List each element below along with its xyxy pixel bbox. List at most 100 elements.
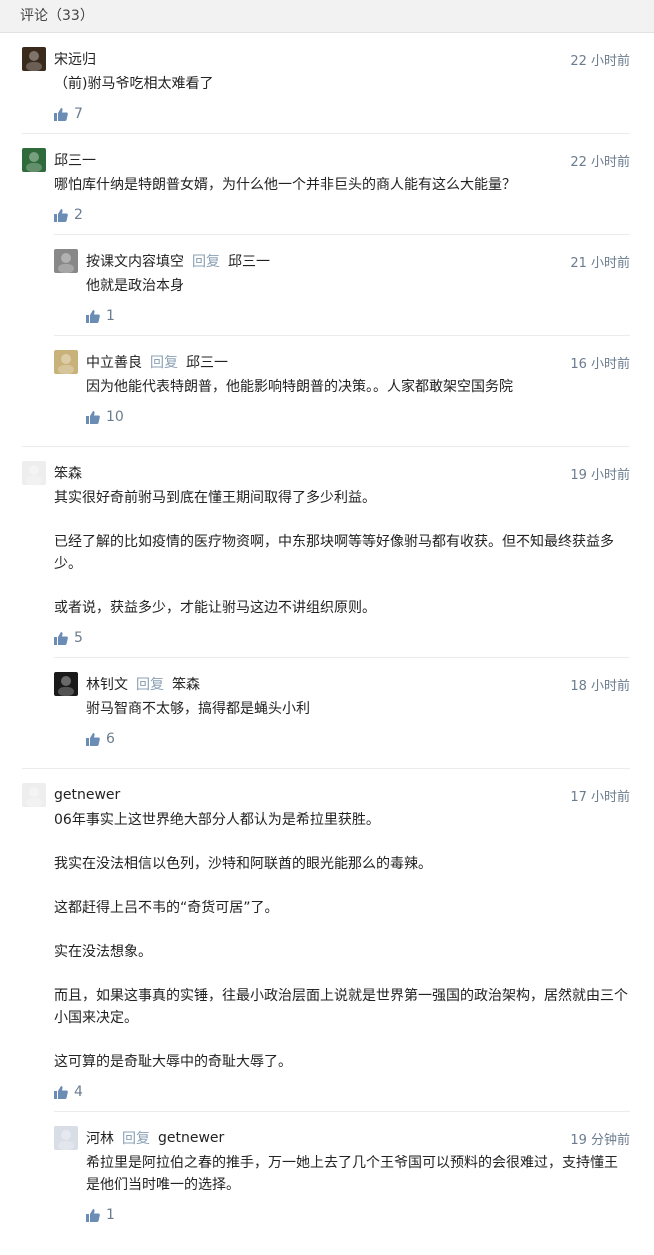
comment-item: getnewer 17 小时前 06年事实上这世界绝大部分人都认为是希拉里获胜。我实… [22,769,630,1244]
comment-paragraph: 希拉里是阿拉伯之春的推手，万一她上去了几个王爷国可以预料的会很难过，支持懂王是他… [86,1155,618,1193]
comments-header: 评论（33） [0,0,654,33]
comment-body: 06年事实上这世界绝大部分人都认为是希拉里获胜。我实在没法相信以色列，沙特和阿联… [22,809,630,1073]
comment-item: 笨森 19 小时前其实很好奇前驸马到底在懂王期间取得了多少利益。已经了解的比如疫情… [22,447,630,769]
thumbs-up-icon [54,107,74,121]
comment-paragraph: 实在没法想象。 [54,944,152,960]
reply-target-name[interactable]: 邱三一 [228,251,270,271]
comment-paragraph: 其实很好奇前驸马到底在懂王期间取得了多少利益。 [54,490,376,506]
avatar[interactable] [54,672,78,696]
reply-target-name[interactable]: 笨森 [172,674,200,694]
comment-paragraph: 或者说，获益多少，才能让驸马这边不讲组织原则。 [54,600,376,616]
reply-label: 回复 [150,355,178,371]
reply-label: 回复 [192,254,220,270]
comment-paragraph: 我实在没法相信以色列，沙特和阿联酋的眼光能那么的毒辣。 [54,856,432,872]
comment-time: 17 小时前 [570,789,630,805]
avatar[interactable] [22,148,46,172]
reply-target-name[interactable]: getnewer [158,1130,224,1146]
like-count: 7 [74,106,83,122]
reply-target-name[interactable]: 邱三一 [186,352,228,372]
comment-time: 21 小时前 [570,255,630,271]
like-button[interactable]: 10 [54,408,630,426]
thumbs-up-icon [86,732,106,746]
like-button[interactable]: 4 [22,1083,630,1101]
comment-body: 因为他能代表特朗普，他能影响特朗普的决策。。人家都敢架空国务院 [54,376,630,398]
comment-header: 宋远归 22 小时前 [22,45,630,73]
comment-paragraph: 而且，如果这事真的实锤，往最小政治层面上说就是世界第一强国的政治架构，居然就由三… [54,988,628,1026]
author-name[interactable]: 中立善良 [86,352,142,372]
comments-title: 评论（33） [20,8,94,24]
comment-item: 宋远归 22 小时前 （前)驸马爷吃相太难看了 7 [22,33,630,134]
like-button[interactable]: 7 [22,105,630,123]
comment-header: 笨森 19 小时前 [22,459,630,487]
avatar[interactable] [22,783,46,807]
avatar[interactable] [22,461,46,485]
author-name[interactable]: 笨森 [54,463,82,483]
like-count: 10 [106,409,124,425]
comment-body: 驸马智商不太够，搞得都是蝇头小利 [54,698,630,720]
like-button[interactable]: 2 [22,206,630,224]
avatar[interactable] [54,1126,78,1150]
reply-item: 林钊文 回复 笨森 18 小时前驸马智商不太够，搞得都是蝇头小利 6 [54,658,630,758]
author-name[interactable]: 邱三一 [54,150,96,170]
comment-time: 18 小时前 [570,678,630,694]
like-count: 2 [74,207,83,223]
comment-header: 林钊文 回复 笨森 18 小时前 [54,670,630,698]
like-button[interactable]: 1 [54,307,630,325]
comment-paragraph: 驸马智商不太够，搞得都是蝇头小利 [86,701,310,717]
comment-body: 他就是政治本身 [54,275,630,297]
thumbs-up-icon [86,1208,106,1222]
reply-label: 回复 [136,677,164,693]
comment-paragraph: 这都赶得上吕不韦的“奇货可居”了。 [54,900,279,916]
comment-time: 22 小时前 [570,154,630,170]
author-name[interactable]: 林钊文 [86,674,128,694]
author-name[interactable]: 宋远归 [54,49,96,69]
comment-header: getnewer 17 小时前 [22,781,630,809]
reply-label: 回复 [122,1131,150,1147]
avatar[interactable] [22,47,46,71]
comment-body: 希拉里是阿拉伯之春的推手，万一她上去了几个王爷国可以预料的会很难过，支持懂王是他… [54,1152,630,1196]
like-count: 5 [74,630,83,646]
comment-paragraph: （前)驸马爷吃相太难看了 [54,76,214,92]
comment-header: 河林 回复 getnewer 19 分钟前 [54,1124,630,1152]
reply-list: 河林 回复 getnewer 19 分钟前 希拉里是阿拉伯之春的推手，万一她上去了几个王… [54,1111,630,1234]
avatar[interactable] [54,350,78,374]
comment-item: 邱三一 22 小时前哪怕库什纳是特朗普女婿，为什么他一个并非巨头的商人能有这么大能… [22,134,630,447]
comment-header: 中立善良 回复 邱三一 16 小时前 [54,348,630,376]
thumbs-up-icon [54,631,74,645]
comment-paragraph: 哪怕库什纳是特朗普女婿，为什么他一个并非巨头的商人能有这么大能量？ [54,177,516,193]
reply-list: 林钊文 回复 笨森 18 小时前驸马智商不太够，搞得都是蝇头小利 6 [54,657,630,758]
like-button[interactable]: 5 [22,629,630,647]
author-name[interactable]: getnewer [54,787,120,803]
reply-item: 中立善良 回复 邱三一 16 小时前因为他能代表特朗普，他能影响特朗普的决策。。人家都… [54,336,630,436]
thumbs-up-icon [54,208,74,222]
comment-paragraph: 06年事实上这世界绝大部分人都认为是希拉里获胜。 [54,812,380,828]
comment-time: 22 小时前 [570,53,630,69]
comment-time: 19 小时前 [570,467,630,483]
thumbs-up-icon [86,309,106,323]
author-name[interactable]: 河林 [86,1128,114,1148]
comment-header: 按课文内容填空 回复 邱三一 21 小时前 [54,247,630,275]
comment-paragraph: 这可算的是奇耻大辱中的奇耻大辱了。 [54,1054,292,1070]
comment-time: 16 小时前 [570,356,630,372]
like-button[interactable]: 1 [54,1206,630,1224]
comment-paragraph: 因为他能代表特朗普，他能影响特朗普的决策。。人家都敢架空国务院 [86,379,513,395]
comment-paragraph: 他就是政治本身 [86,278,184,294]
like-count: 4 [74,1084,83,1100]
author-name[interactable]: 按课文内容填空 [86,251,184,271]
like-button[interactable]: 6 [54,730,630,748]
like-count: 6 [106,731,115,747]
comment-body: 哪怕库什纳是特朗普女婿，为什么他一个并非巨头的商人能有这么大能量？ [22,174,630,196]
comment-paragraph: 已经了解的比如疫情的医疗物资啊，中东那块啊等等好像驸马都有收获。但不知最终获益多… [54,534,614,572]
comment-body: 其实很好奇前驸马到底在懂王期间取得了多少利益。已经了解的比如疫情的医疗物资啊，中… [22,487,630,619]
like-count: 1 [106,308,115,324]
comment-list: 宋远归 22 小时前 （前)驸马爷吃相太难看了 7 邱三一 22 小时前哪怕库什纳是特朗普… [0,33,654,1244]
comment-header: 邱三一 22 小时前 [22,146,630,174]
reply-item: 河林 回复 getnewer 19 分钟前 希拉里是阿拉伯之春的推手，万一她上去了几个王… [54,1112,630,1234]
reply-item: 按课文内容填空 回复 邱三一 21 小时前他就是政治本身 1 [54,235,630,336]
reply-list: 按课文内容填空 回复 邱三一 21 小时前 他就是政治本身 1 中立善良 回复 邱三一 16 小时… [54,234,630,436]
avatar[interactable] [54,249,78,273]
thumbs-up-icon [54,1085,74,1099]
thumbs-up-icon [86,410,106,424]
like-count: 1 [106,1207,115,1223]
comment-body: （前)驸马爷吃相太难看了 [22,73,630,95]
